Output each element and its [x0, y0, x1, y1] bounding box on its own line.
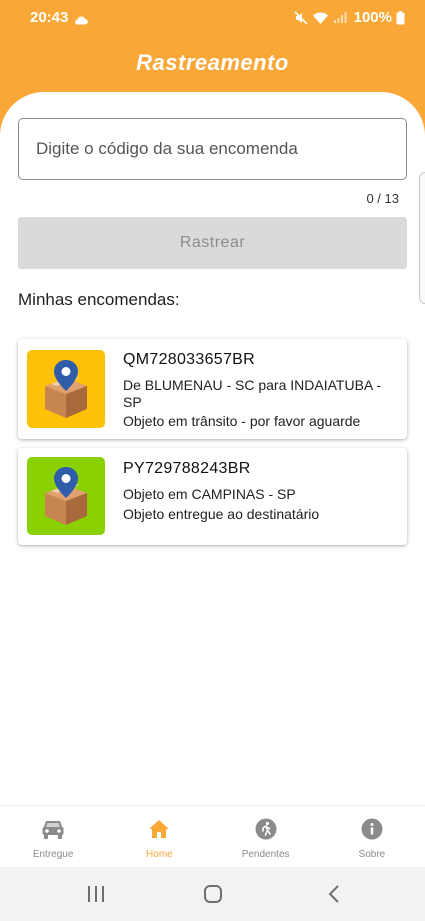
system-nav-bar — [0, 867, 425, 921]
nav-label: Sobre — [358, 849, 386, 860]
package-card[interactable]: QM728033657BR De BLUMENAU - SC para INDA… — [18, 339, 407, 439]
track-button[interactable]: Rastrear — [18, 217, 407, 269]
walking-icon — [253, 816, 279, 842]
box-location-icon — [27, 350, 105, 428]
box-location-icon — [27, 457, 105, 535]
package-status: Objeto entregue ao destinatário — [123, 506, 320, 522]
wifi-icon — [312, 11, 329, 25]
package-status: Objeto em trânsito - por favor aguarde — [123, 413, 361, 429]
status-icons: 100% — [294, 9, 405, 26]
package-card[interactable]: PY729788243BR Objeto em CAMPINAS - SP Ob… — [18, 448, 407, 545]
section-title: Minhas encomendas: — [18, 290, 180, 309]
battery-icon — [396, 10, 405, 25]
home-system-icon[interactable] — [183, 867, 243, 921]
cloud-icon — [74, 12, 88, 29]
nav-item-sobre[interactable]: Sobre — [319, 806, 425, 867]
recent-apps-icon[interactable] — [66, 867, 126, 921]
nav-item-home[interactable]: Home — [106, 806, 212, 867]
mute-icon — [294, 10, 308, 25]
bottom-nav: Entregue Home Pendentes Sobre — [0, 805, 425, 867]
battery-text: 100% — [353, 9, 392, 26]
tracking-code-input[interactable] — [18, 118, 407, 180]
status-bar: 20:43 100% — [0, 0, 425, 36]
home-icon — [146, 816, 172, 842]
package-route: Objeto em CAMPINAS - SP — [123, 486, 296, 502]
package-code: QM728033657BR — [123, 351, 255, 368]
nav-label: Pendentes — [241, 849, 290, 860]
package-code: PY729788243BR — [123, 460, 251, 477]
back-icon[interactable] — [304, 867, 364, 921]
nav-item-entregue[interactable]: Entregue — [0, 806, 106, 867]
status-time: 20:43 — [30, 9, 69, 26]
nav-label: Home — [146, 849, 173, 860]
info-icon — [359, 816, 385, 842]
car-icon — [40, 816, 66, 842]
package-route: De BLUMENAU - SC para INDAIATUBA - SP — [123, 377, 382, 410]
nav-label: Entregue — [32, 849, 74, 860]
nav-item-pendentes[interactable]: Pendentes — [213, 806, 319, 867]
char-counter: 0 / 13 — [366, 191, 399, 206]
page-title: Rastreamento — [136, 50, 289, 75]
signal-icon — [333, 11, 347, 24]
edge-panel-handle[interactable] — [419, 172, 425, 304]
